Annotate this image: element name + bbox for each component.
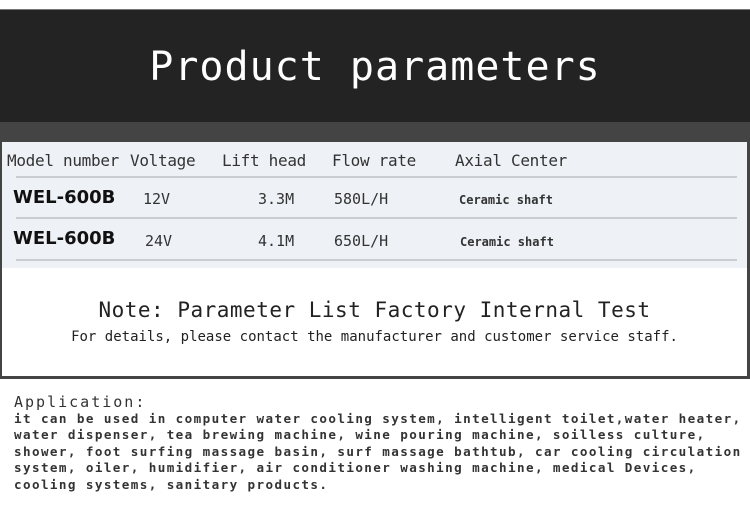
cell-voltage: 12V [143,190,171,208]
page-title: Product parameters [149,44,601,90]
column-header-lift-head: Lift head [222,151,306,170]
column-header-voltage: Voltage [130,151,196,170]
header-divider-bar [0,122,750,142]
header-band: Product parameters [0,9,750,123]
column-header-axial-center: Axial Center [455,151,567,170]
application-text-line: system, oiler, humidifier, air condition… [14,460,697,476]
table-divider [16,259,737,261]
table-divider [16,217,737,219]
cell-lift-head: 4.1M [258,232,295,250]
application-text-line: shower, foot surfing massage basin, surf… [14,443,742,459]
cell-flow-rate: 650L/H [334,232,389,250]
application-text-line: it can be used in computer water cooling… [14,411,742,426]
application-text-line: cooling systems, sanitary products. [14,476,329,492]
cell-axial-center: Ceramic shaft [459,193,553,207]
note-subtitle: For details, please contact the manufact… [71,329,678,345]
cell-axial-center: Ceramic shaft [460,235,554,249]
cell-model: WEL-600B [13,187,116,208]
cell-model: WEL-600B [13,228,116,249]
cell-lift-head: 3.3M [258,190,295,208]
application-text-line: water dispenser, tea brewing machine, wi… [14,427,706,443]
column-header-model: Model number [7,151,119,170]
cell-voltage: 24V [145,232,173,250]
note-title: Note: Parameter List Factory Internal Te… [98,298,651,322]
application-section: Application: it can be used in computer … [14,394,744,493]
application-title: Application: [14,393,147,411]
parameter-table: Model number Voltage Lift head Flow rate… [2,142,747,268]
table-divider [16,176,737,178]
column-header-flow-rate: Flow rate [332,151,416,170]
cell-flow-rate: 580L/H [334,190,389,208]
parameter-panel: Model number Voltage Lift head Flow rate… [0,142,750,379]
